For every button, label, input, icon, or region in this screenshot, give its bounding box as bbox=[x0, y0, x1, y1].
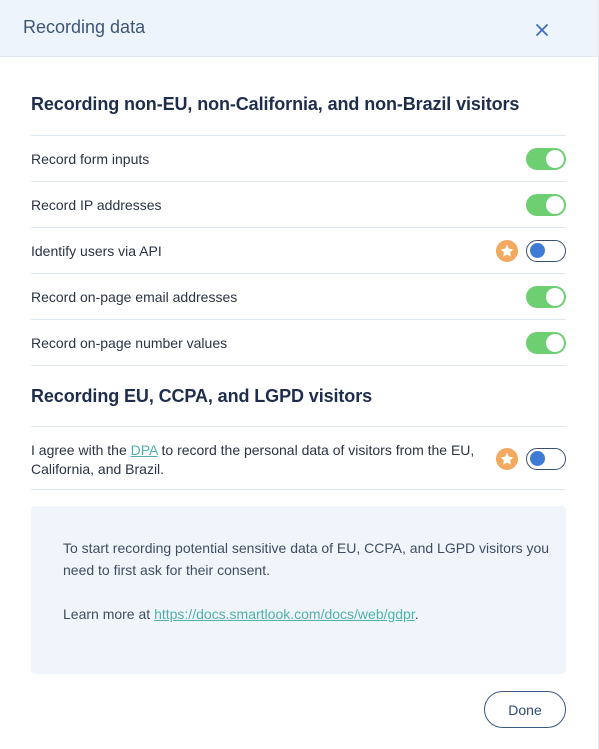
learn-more-text: Learn more at https://docs.smartlook.com… bbox=[63, 603, 419, 625]
consent-info-box: To start recording potential sensitive d… bbox=[31, 506, 566, 674]
setting-row-identify-users: Identify users via API bbox=[31, 227, 566, 273]
learn-more-prefix: Learn more at bbox=[63, 606, 155, 622]
setting-row-number-values: Record on-page number values bbox=[31, 319, 566, 365]
info-text: To start recording potential sensitive d… bbox=[63, 537, 549, 581]
setting-label: Record IP addresses bbox=[31, 197, 162, 213]
info-line-1: To start recording potential sensitive d… bbox=[63, 540, 550, 556]
divider bbox=[31, 365, 566, 366]
premium-star-icon bbox=[496, 448, 518, 470]
agree-prefix: I agree with the bbox=[31, 442, 131, 458]
setting-row-agree-dpa: I agree with the DPA to record the perso… bbox=[31, 426, 566, 490]
info-line-2: need to first ask for their consent. bbox=[63, 562, 270, 578]
agree-suffix: to record the personal data of visitors … bbox=[157, 442, 475, 458]
setting-label: Identify users via API bbox=[31, 243, 162, 259]
learn-more-suffix: . bbox=[414, 606, 419, 622]
premium-star-icon bbox=[496, 240, 518, 262]
toggle-record-form-inputs[interactable] bbox=[526, 148, 566, 170]
section-title-non-eu: Recording non-EU, non-California, and no… bbox=[31, 94, 520, 114]
setting-label: Record on-page email addresses bbox=[31, 289, 238, 305]
section-title-eu: Recording EU, CCPA, and LGPD visitors bbox=[31, 386, 373, 406]
setting-label: Record on-page number values bbox=[31, 335, 228, 351]
dpa-link[interactable]: DPA bbox=[131, 442, 158, 458]
toggle-record-ip-addresses[interactable] bbox=[526, 194, 566, 216]
setting-row-email-addresses: Record on-page email addresses bbox=[31, 273, 566, 319]
gdpr-docs-link[interactable]: https://docs.smartlook.com/docs/web/gdpr bbox=[154, 606, 415, 622]
agree-text: I agree with the DPA to record the perso… bbox=[31, 441, 481, 479]
toggle-record-number-values[interactable] bbox=[526, 332, 566, 354]
close-icon bbox=[536, 24, 548, 36]
toggle-identify-users-via-api[interactable] bbox=[526, 240, 566, 262]
recording-data-dialog: Recording data Recording non-EU, non-Cal… bbox=[0, 0, 599, 749]
agree-line-2: California, and Brazil. bbox=[31, 461, 165, 477]
toggle-agree-dpa[interactable] bbox=[526, 448, 566, 470]
setting-row-form-inputs: Record form inputs bbox=[31, 135, 566, 181]
close-button[interactable] bbox=[531, 19, 553, 41]
dialog-title: Recording data bbox=[23, 17, 146, 37]
setting-row-ip-addresses: Record IP addresses bbox=[31, 181, 566, 227]
dialog-header: Recording data bbox=[0, 0, 598, 57]
toggle-record-email-addresses[interactable] bbox=[526, 286, 566, 308]
done-button[interactable]: Done bbox=[484, 691, 566, 728]
setting-label: Record form inputs bbox=[31, 151, 150, 167]
